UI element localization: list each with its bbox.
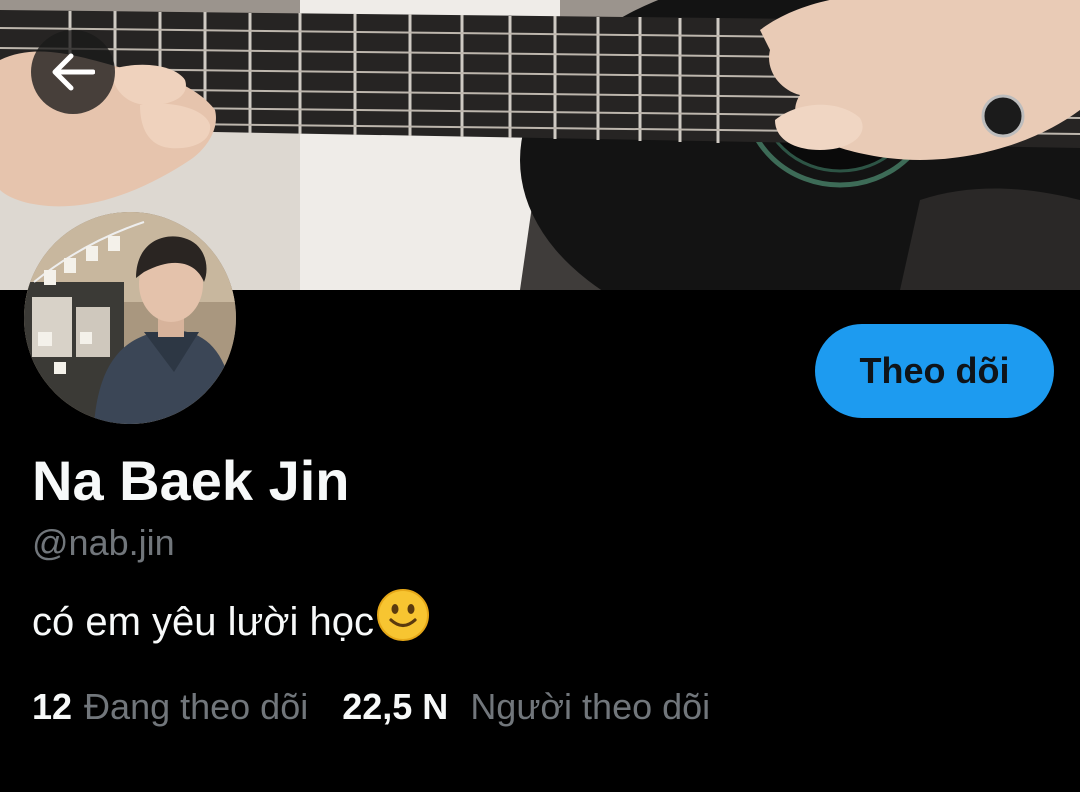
follow-button[interactable]: Theo dõi (815, 324, 1054, 418)
avatar-image (24, 212, 236, 424)
bio: có em yêu lười học (32, 588, 430, 654)
bio-text: có em yêu lười học (32, 599, 375, 644)
following-link[interactable]: 12 Đang theo dõi (32, 686, 308, 728)
following-label: Đang theo dõi (84, 686, 309, 727)
following-count: 12 (32, 686, 73, 727)
followers-count: 22,5 N (342, 686, 449, 727)
avatar[interactable] (24, 212, 236, 424)
display-name: Na Baek Jin (32, 449, 350, 512)
back-button[interactable] (31, 30, 115, 114)
followers-link[interactable]: 22,5 N Người theo dõi (342, 686, 710, 728)
slightly-smiling-face-icon (376, 588, 430, 652)
arrow-left-icon (52, 53, 95, 91)
follow-stats: 12 Đang theo dõi 22,5 N Người theo dõi (32, 686, 710, 728)
followers-label: Người theo dõi (470, 686, 711, 727)
handle: @nab.jin (32, 522, 175, 563)
